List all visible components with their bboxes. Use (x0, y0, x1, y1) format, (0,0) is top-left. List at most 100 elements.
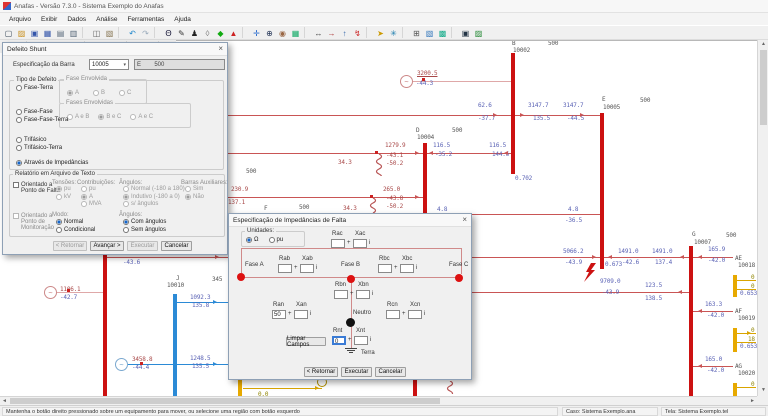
menu-item-ferramentas[interactable]: Ferramentas (122, 16, 169, 23)
fault-dialog-titlebar[interactable]: Defeito Shunt × (3, 43, 227, 56)
impedance-dialog-titlebar[interactable]: Especificação de Impedâncias de Falta × (229, 214, 471, 227)
screen-icon[interactable]: ▩ (437, 27, 449, 38)
redo-icon[interactable]: ↷ (140, 27, 152, 38)
radio-pu[interactable]: pu (56, 186, 71, 192)
copy-icon[interactable]: ◫ (91, 27, 103, 38)
tie-line-icon[interactable]: ↔ (313, 27, 325, 38)
radio-com-angulos[interactable]: Com ângulos (123, 219, 166, 225)
warning-icon[interactable]: ▲ (228, 27, 240, 38)
radio-normal[interactable]: Normal (56, 219, 95, 225)
bus-number-combo[interactable]: 10005 ▾ (89, 59, 129, 70)
avancar-button[interactable]: Avançar > (90, 241, 124, 251)
radio-a-e-b[interactable]: A e B (67, 114, 89, 120)
undo-icon[interactable]: ↶ (127, 27, 139, 38)
report-icon[interactable]: ▨ (473, 27, 485, 38)
radio-b-e-c[interactable]: B e C (98, 114, 121, 120)
save-as-icon[interactable]: ▦ (42, 27, 54, 38)
close-icon[interactable]: × (462, 215, 467, 225)
vertical-scroll-thumb[interactable] (760, 50, 767, 125)
radio-fase-fase-terra[interactable]: Fase-Fase-Terra (16, 117, 68, 123)
edit-icon[interactable]: ✎ (176, 27, 188, 38)
open-folder-icon[interactable]: ▨ (16, 27, 28, 38)
horizontal-scroll-thumb[interactable] (10, 398, 440, 404)
source-icon[interactable]: ↑ (339, 27, 351, 38)
neutro-node[interactable] (346, 318, 355, 327)
field-r-bn[interactable] (334, 290, 348, 299)
fase-b-node[interactable] (347, 275, 355, 283)
radio-nao[interactable]: Não (185, 194, 204, 200)
horizontal-scrollbar[interactable]: ◄ ► (0, 396, 757, 405)
save-icon[interactable]: ▣ (29, 27, 41, 38)
fault-bolt-icon[interactable]: ↯ (352, 27, 364, 38)
field-r-bc[interactable] (378, 264, 392, 273)
bus-bar[interactable] (511, 53, 515, 174)
radio-pu[interactable]: pu (269, 237, 284, 243)
field-r-ab[interactable] (278, 264, 292, 273)
radio-pu[interactable]: pu (81, 186, 102, 192)
menu-item-dados[interactable]: Dados (62, 16, 91, 23)
field-r-nt[interactable]: 0 (332, 336, 346, 345)
field-x-ac[interactable] (353, 239, 367, 248)
radio-sim[interactable]: Sim (185, 186, 204, 192)
checkbox-orientado-monitoracao[interactable] (13, 213, 19, 219)
field-r-an[interactable]: 50 (272, 310, 286, 319)
scroll-down-icon[interactable]: ▼ (759, 386, 768, 395)
radio-fase-fase[interactable]: Fase-Fase (16, 109, 53, 115)
group-icon[interactable]: ▧ (424, 27, 436, 38)
bus-bar[interactable] (733, 275, 737, 297)
radio-a[interactable]: A (81, 194, 102, 200)
pan-icon[interactable]: ◉ (277, 27, 289, 38)
radio-mva[interactable]: MVA (81, 201, 102, 207)
refresh-icon[interactable]: ✳ (388, 27, 400, 38)
generator-icon[interactable]: ~ (400, 75, 413, 88)
field-x-ab[interactable] (300, 264, 314, 273)
retornar-button[interactable]: < Retornar (304, 367, 338, 377)
radio-indutivo-180-a-0[interactable]: Indutivo (-180 a 0) (123, 194, 185, 200)
erase-icon[interactable]: ◊ (202, 27, 214, 38)
radio-normal-180-a-180[interactable]: Normal (-180 a 180) (123, 186, 185, 192)
radio-atraves-impedancias[interactable]: Através de Impedâncias (16, 160, 88, 166)
radio-s-angulos[interactable]: s/ ângulos (123, 201, 185, 207)
paste-icon[interactable]: ▧ (104, 27, 116, 38)
menu-item-analise[interactable]: Análise (91, 16, 122, 23)
bus-bar[interactable] (413, 380, 417, 396)
bus-bar[interactable] (689, 246, 693, 396)
new-file-icon[interactable]: ▢ (3, 27, 15, 38)
print-icon[interactable]: ▤ (55, 27, 67, 38)
fase-a-node[interactable] (237, 273, 245, 281)
executar-button[interactable]: Executar (341, 367, 372, 377)
select-icon[interactable]: ➤ (375, 27, 387, 38)
move-icon[interactable]: ✛ (251, 27, 263, 38)
close-icon[interactable]: × (218, 44, 223, 54)
retornar-button[interactable]: < Retornar (53, 241, 87, 251)
bus-bar[interactable] (173, 294, 177, 396)
monitor-icon[interactable]: ▣ (460, 27, 472, 38)
menu-item-ajuda[interactable]: Ajuda (169, 16, 196, 23)
bus-bar[interactable] (600, 113, 604, 269)
zoom-icon[interactable]: ⊕ (264, 27, 276, 38)
radio-fase-terra[interactable]: Fase-Terra (16, 85, 53, 91)
layers-icon[interactable]: ▦ (290, 27, 302, 38)
generator-icon[interactable]: ~ (115, 358, 128, 371)
radio-trifasico[interactable]: Trifásico (16, 137, 46, 143)
radio-condicional[interactable]: Condicional (56, 227, 95, 233)
user-icon[interactable]: ♟ (189, 27, 201, 38)
field-x-bc[interactable] (400, 264, 414, 273)
chevron-down-icon[interactable]: ▾ (123, 62, 126, 68)
field-x-nt[interactable] (354, 336, 368, 345)
fase-c-node[interactable] (455, 274, 463, 282)
radio-[interactable]: Ω (246, 237, 259, 243)
scroll-up-icon[interactable]: ▲ (759, 40, 768, 49)
menu-item-arquivo[interactable]: Arquivo (4, 16, 36, 23)
radio-a-e-c[interactable]: A e C (130, 114, 153, 120)
print-preview-icon[interactable]: ▥ (68, 27, 80, 38)
bus-bar[interactable] (733, 383, 737, 396)
field-x-cn[interactable] (408, 310, 422, 319)
generator-icon[interactable]: ~ (44, 286, 57, 299)
field-x-bn[interactable] (356, 290, 370, 299)
branch-icon[interactable]: → (326, 27, 338, 38)
executar-button[interactable]: Executar (127, 241, 158, 251)
info-icon[interactable]: Θ (163, 27, 175, 38)
checkbox-orientado-falta[interactable] (13, 182, 19, 188)
radio-a[interactable]: A (67, 90, 79, 96)
